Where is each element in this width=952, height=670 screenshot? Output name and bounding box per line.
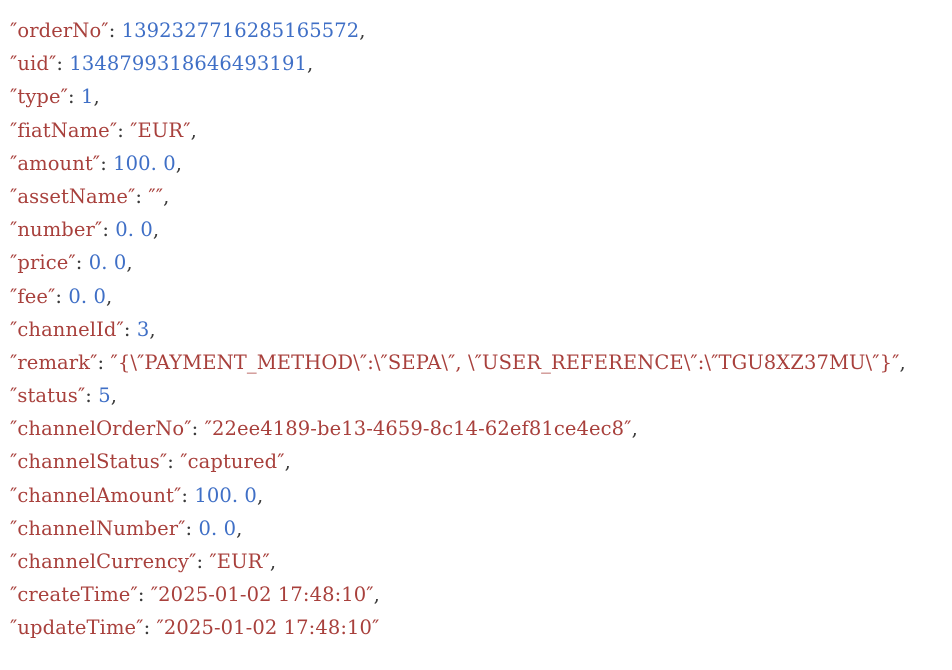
json-colon: :	[137, 583, 151, 607]
json-colon: :	[102, 218, 116, 242]
json-colon: :	[85, 384, 99, 408]
json-colon: :	[191, 417, 205, 441]
json-key: ″amount″	[10, 151, 101, 175]
json-line: ″uid″: 1348799318646493191,	[10, 47, 952, 80]
json-comma: ,	[284, 450, 291, 474]
json-comma: ,	[93, 85, 100, 109]
json-line: ″remark″: ″{\″PAYMENT_METHOD\″:\″SEPA\″,…	[10, 346, 952, 379]
json-comma: ,	[631, 417, 638, 441]
json-line: ″channelStatus″: ″captured″,	[10, 445, 952, 478]
json-colon: :	[196, 550, 210, 573]
json-colon: :	[56, 52, 70, 76]
json-comma: ,	[269, 550, 277, 573]
json-colon: :	[68, 85, 82, 109]
json-comma: ,	[110, 384, 118, 408]
json-code-block: ″orderNo″: 1392327716285165572, ″uid″: 13…	[0, 0, 952, 670]
json-value: 0. 0	[88, 251, 127, 275]
json-value: ″″	[148, 184, 164, 208]
json-value: 100. 0	[194, 483, 257, 507]
json-comma: ,	[163, 184, 170, 208]
json-line: ″fee″: 0. 0,	[10, 280, 952, 313]
json-line: ″fiatName″: ″EUR″,	[10, 114, 952, 147]
json-value: ″{\″PAYMENT_METHOD\″:\″SEPA\″, \″USER_RE…	[110, 350, 900, 374]
json-comma: ,	[190, 118, 197, 142]
json-line: ″updateTime″: ″2025-01-02 17:48:10″	[10, 611, 952, 644]
json-line: ″orderNo″: 1392327716285165572,	[10, 14, 952, 47]
json-value: 1	[81, 85, 94, 109]
json-line: ″channelNumber″: 0. 0,	[10, 512, 952, 545]
json-value: ″22ee4189-be13-4659-8c14-62ef81ce4ec8″	[204, 417, 632, 441]
json-value: 3	[136, 317, 150, 341]
json-line: ″assetName″: ″″,	[10, 180, 952, 213]
json-line: ″channelId″: 3,	[10, 313, 952, 346]
json-key: ″orderNo″	[10, 19, 109, 42]
json-key: ″status″	[10, 384, 86, 408]
json-line: ″createTime″: ″2025-01-02 17:48:10″,	[10, 578, 952, 611]
json-colon: :	[143, 616, 157, 640]
json-line: ″number″: 0. 0,	[10, 213, 952, 246]
json-colon: :	[75, 251, 89, 275]
json-comma: ,	[175, 151, 183, 175]
json-colon: :	[97, 350, 111, 374]
json-colon: :	[167, 450, 181, 474]
json-value: 5	[98, 384, 111, 408]
json-comma: ,	[105, 284, 113, 308]
json-comma: ,	[149, 317, 156, 341]
json-line: ″channelOrderNo″: ″22ee4189-be13-4659-8c…	[10, 412, 952, 445]
json-line: ″channelAmount″: 100. 0,	[10, 479, 952, 512]
json-line: ″channelCurrency″: ″EUR″,	[10, 545, 952, 578]
json-key: ″remark″	[10, 350, 98, 374]
json-key: ″type″	[10, 85, 69, 109]
json-comma: ,	[899, 350, 906, 374]
json-key: ″assetName″	[10, 184, 136, 208]
json-line: ″price″: 0. 0,	[10, 246, 952, 279]
json-value: ″captured″	[180, 450, 285, 474]
json-colon: :	[108, 19, 122, 42]
json-key: ″channelAmount″	[10, 483, 182, 507]
json-value: 100. 0	[113, 151, 176, 175]
json-comma: ,	[236, 516, 243, 540]
json-colon: :	[100, 151, 114, 175]
json-key: ″price″	[10, 251, 76, 275]
json-colon: :	[135, 184, 149, 208]
json-colon: :	[181, 483, 195, 507]
json-key: ″uid″	[10, 52, 57, 76]
json-colon: :	[185, 516, 199, 540]
json-value: 1392327716285165572	[121, 19, 360, 42]
json-line: ″amount″: 100. 0,	[10, 147, 952, 180]
json-comma: ,	[256, 483, 264, 507]
json-value: ″2025-01-02 17:48:10″	[156, 616, 380, 640]
json-key: ″channelOrderNo″	[10, 417, 192, 441]
json-value: 0. 0	[68, 284, 106, 308]
json-colon: :	[55, 284, 69, 308]
json-value: ″EUR″	[209, 550, 270, 573]
json-comma: ,	[152, 218, 160, 242]
json-key: ″channelId″	[10, 317, 124, 341]
json-key: ″channelNumber″	[10, 516, 186, 540]
json-line: ″type″: 1,	[10, 80, 952, 113]
json-key: ″fiatName″	[10, 118, 118, 142]
json-value: 1348799318646493191	[69, 52, 307, 76]
json-value: 0. 0	[115, 218, 153, 242]
json-key: ″channelStatus″	[10, 450, 168, 474]
json-comma: ,	[373, 583, 380, 607]
json-colon: :	[123, 317, 137, 341]
json-value: ″EUR″	[130, 118, 191, 142]
json-colon: :	[117, 118, 131, 142]
json-comma: ,	[359, 19, 366, 42]
json-comma: ,	[306, 52, 314, 76]
json-key: ″channelCurrency″	[10, 550, 197, 573]
json-key: ″fee″	[10, 284, 56, 308]
json-comma: ,	[126, 251, 133, 275]
json-line: ″status″: 5,	[10, 379, 952, 412]
json-key: ″number″	[10, 218, 103, 242]
json-value: ″2025-01-02 17:48:10″	[150, 583, 374, 607]
json-key: ″createTime″	[10, 583, 138, 607]
json-key: ″updateTime″	[10, 616, 144, 640]
json-value: 0. 0	[198, 516, 237, 540]
